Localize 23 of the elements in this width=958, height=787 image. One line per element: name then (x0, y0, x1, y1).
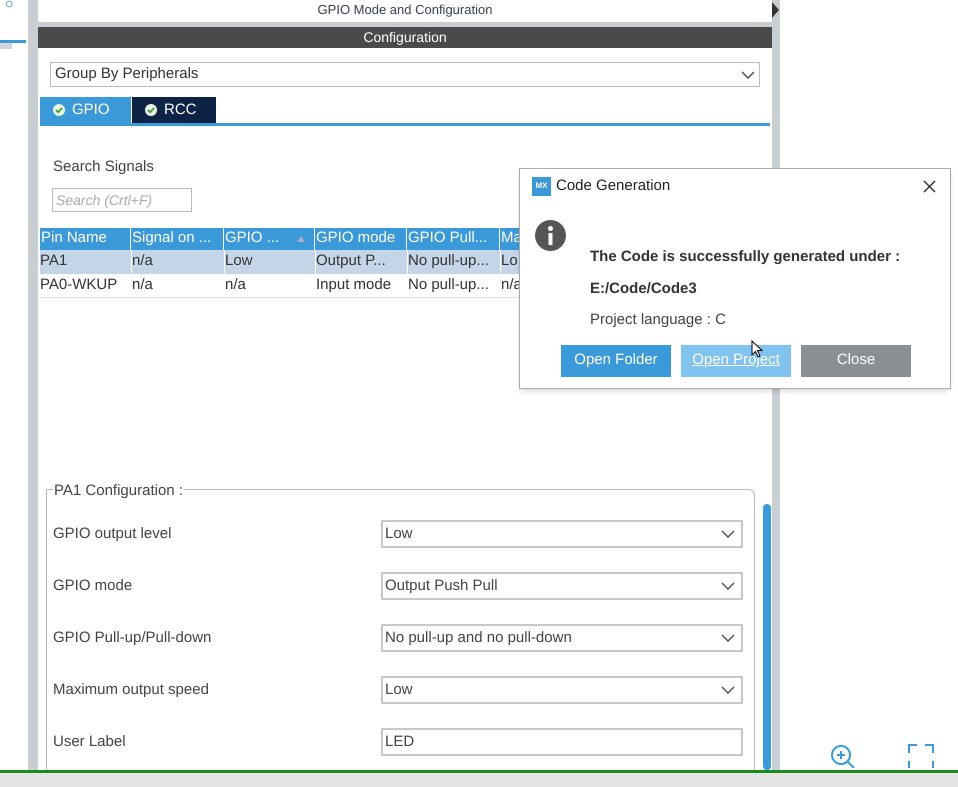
table-cell-text: n/a (132, 274, 153, 295)
configuration-title: Configuration (363, 28, 447, 47)
generated-path: E:/Code/Code3 (590, 278, 698, 298)
table-cell-text: No pull-up... (408, 274, 489, 295)
field-label: GPIO mode (53, 576, 134, 596)
dialog-title: Code Generation (556, 176, 670, 196)
field-label: User Label (53, 732, 127, 752)
app-badge: MX (532, 176, 551, 196)
table-cell-text: PA0-WKUP (40, 274, 118, 295)
table-cell-text: Lo (501, 251, 518, 272)
table-cell-text: Low (225, 251, 253, 272)
table-cell-text: Input mode (316, 274, 392, 295)
field-label: GPIO output level (53, 524, 172, 544)
table-cell-text: n/a (225, 274, 246, 295)
panel-title: GPIO Mode and Configuration (318, 3, 492, 17)
search-label: Search Signals (53, 157, 154, 177)
field-label: Maximum output speed (53, 680, 210, 700)
field-label: GPIO Pull-up/Pull-down (53, 628, 212, 648)
table-cell-text: PA1 (40, 251, 68, 272)
table-cell-text: Output P... (316, 251, 386, 272)
project-language: Project language : C (590, 310, 727, 330)
table-cell-text: n/a (132, 251, 153, 272)
table-cell-text: No pull-up... (408, 251, 489, 272)
